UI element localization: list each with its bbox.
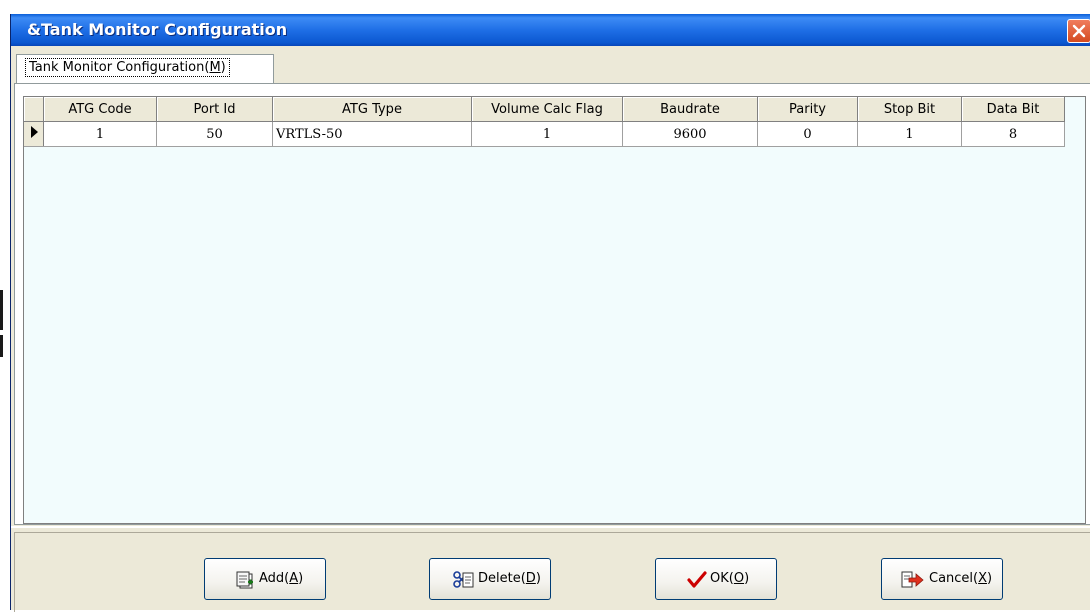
column-header-volume-calc-flag[interactable]: Volume Calc Flag bbox=[471, 97, 623, 122]
dialog-window: &Tank Monitor Configuration Tank Monitor… bbox=[10, 14, 1090, 612]
cell-volume-calc-flag[interactable]: 1 bbox=[471, 121, 623, 147]
column-header-atg-code[interactable]: ATG Code bbox=[43, 97, 157, 122]
cell-stop-bit[interactable]: 1 bbox=[857, 121, 962, 147]
column-header-baudrate[interactable]: Baudrate bbox=[622, 97, 758, 122]
column-header-data-bit[interactable]: Data Bit bbox=[961, 97, 1065, 122]
row-selector-header bbox=[24, 97, 44, 122]
tab-tank-monitor-configuration[interactable]: Tank Monitor Configuration(M) bbox=[16, 54, 274, 84]
grid-table: ATG Code Port Id ATG Type Volume Calc Fl… bbox=[24, 97, 1065, 147]
table-row[interactable]: 1 50 VRTLS-50 1 9600 0 1 8 bbox=[24, 121, 1065, 147]
add-record-icon bbox=[236, 571, 253, 589]
column-header-atg-type[interactable]: ATG Type bbox=[272, 97, 472, 122]
ok-button-label: OK(O) bbox=[710, 571, 750, 586]
button-bar: Add(A) Delete(D) OK(O) Cancel(X) bbox=[11, 526, 1090, 612]
title-bar[interactable]: &Tank Monitor Configuration bbox=[11, 14, 1090, 46]
grid-header-row: ATG Code Port Id ATG Type Volume Calc Fl… bbox=[24, 97, 1065, 122]
tab-label: Tank Monitor Configuration(M) bbox=[25, 58, 230, 77]
row-selector[interactable] bbox=[24, 121, 44, 147]
add-button-label: Add(A) bbox=[259, 571, 304, 586]
cell-baudrate[interactable]: 9600 bbox=[622, 121, 758, 147]
window-title: &Tank Monitor Configuration bbox=[27, 20, 288, 39]
background-window-edge bbox=[0, 335, 3, 357]
cancel-button[interactable]: Cancel(X) bbox=[881, 558, 1003, 600]
delete-button-label: Delete(D) bbox=[478, 571, 541, 586]
background-window-edge bbox=[0, 290, 3, 330]
atg-data-grid[interactable]: ATG Code Port Id ATG Type Volume Calc Fl… bbox=[23, 96, 1086, 524]
cell-parity[interactable]: 0 bbox=[757, 121, 858, 147]
cell-port-id[interactable]: 50 bbox=[156, 121, 273, 147]
column-header-port-id[interactable]: Port Id bbox=[156, 97, 273, 122]
close-icon bbox=[1072, 24, 1086, 38]
tab-panel: ATG Code Port Id ATG Type Volume Calc Fl… bbox=[14, 83, 1090, 525]
delete-button[interactable]: Delete(D) bbox=[429, 558, 551, 600]
cell-atg-code[interactable]: 1 bbox=[43, 121, 157, 147]
ok-button[interactable]: OK(O) bbox=[655, 558, 777, 600]
current-row-arrow-icon bbox=[30, 126, 38, 138]
close-button[interactable] bbox=[1067, 19, 1090, 43]
cell-atg-type[interactable]: VRTLS-50 bbox=[272, 121, 472, 147]
delete-record-icon bbox=[453, 571, 474, 588]
column-header-stop-bit[interactable]: Stop Bit bbox=[857, 97, 962, 122]
cell-data-bit[interactable]: 8 bbox=[961, 121, 1065, 147]
cancel-button-label: Cancel(X) bbox=[929, 571, 993, 586]
cancel-exit-icon bbox=[901, 571, 924, 588]
column-header-parity[interactable]: Parity bbox=[757, 97, 858, 122]
checkmark-icon bbox=[687, 571, 707, 588]
add-button[interactable]: Add(A) bbox=[204, 558, 326, 600]
